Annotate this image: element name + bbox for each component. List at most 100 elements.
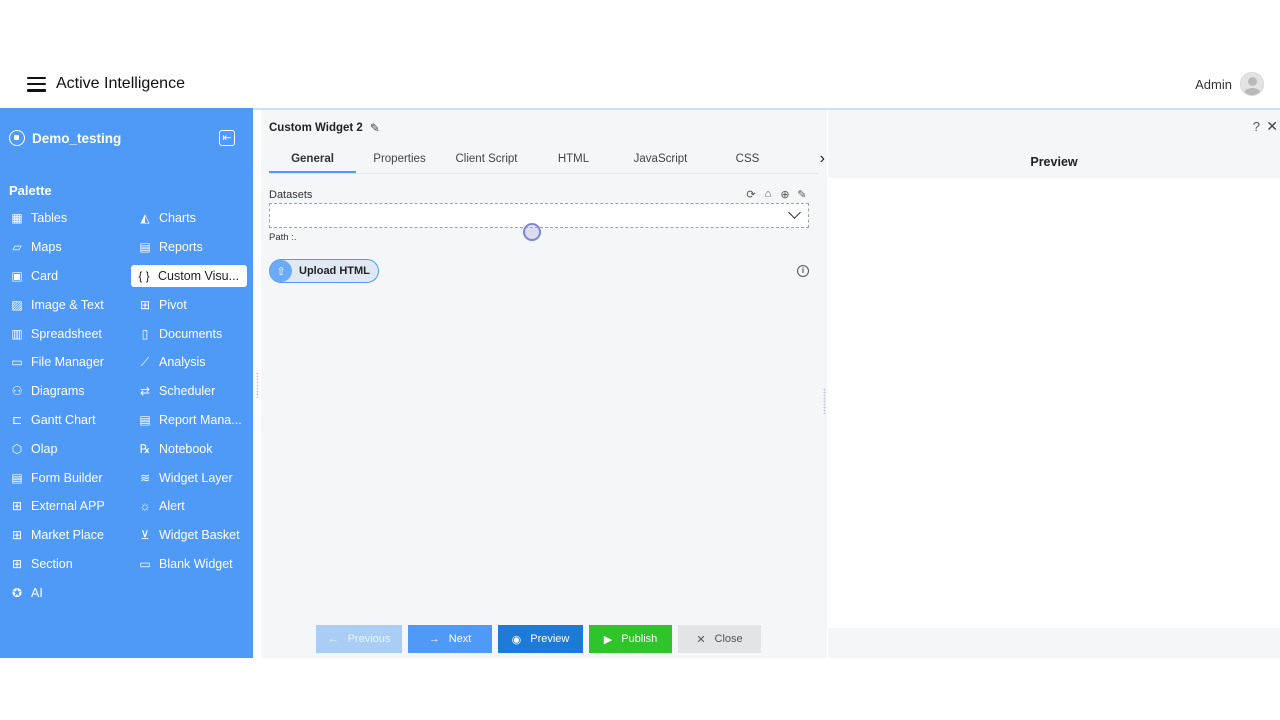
palette-title: Palette: [9, 183, 52, 198]
upload-icon: ⇧: [270, 260, 292, 282]
palette-item-blank-widget[interactable]: ▭ Blank Widget: [128, 550, 253, 579]
palette-item-widget-layer[interactable]: ≋ Widget Layer: [128, 463, 253, 492]
publish-label: Publish: [621, 633, 658, 645]
palette-item-diagrams[interactable]: ⚇ Diagrams: [0, 377, 128, 406]
palette-item-tables[interactable]: ▦ Tables: [0, 204, 128, 233]
palette-item-notebook[interactable]: ℞ Notebook: [128, 434, 253, 463]
palette-item-olap[interactable]: ⬡ Olap: [0, 434, 128, 463]
palette-item-label: External APP: [31, 499, 105, 514]
palette-item-file-manager[interactable]: ▭ File Manager: [0, 348, 128, 377]
olap-icon: ⬡: [11, 441, 23, 456]
avatar-icon[interactable]: [1240, 72, 1264, 96]
upload-html-button[interactable]: ⇧ Upload HTML: [269, 259, 379, 283]
form-builder-icon: ▤: [11, 470, 23, 485]
chevron-right-icon[interactable]: ›: [820, 150, 825, 168]
next-label: Next: [448, 633, 472, 645]
home-icon[interactable]: ⌂: [762, 188, 774, 201]
top-bar: Active Intelligence Admin: [0, 60, 1280, 108]
palette-item-label: Form Builder: [31, 470, 103, 485]
palette-item-alert[interactable]: ☼ Alert: [128, 492, 253, 521]
user-name: Admin: [1195, 76, 1232, 92]
palette-item-external-app[interactable]: ⊞ External APP: [0, 492, 128, 521]
palette-item-reports[interactable]: ▤ Reports: [128, 233, 253, 262]
workspace-name[interactable]: Demo_testing: [9, 130, 121, 146]
refresh-icon[interactable]: ⟳: [745, 188, 757, 201]
right-splitter-handle[interactable]: [823, 388, 826, 414]
braces-icon: { }: [138, 268, 150, 283]
tab-client-script[interactable]: Client Script: [443, 148, 530, 173]
close-button[interactable]: ✕ Close: [678, 625, 761, 653]
section-icon: ⊞: [11, 556, 23, 571]
palette-item-market-place[interactable]: ⊞ Market Place: [0, 521, 128, 550]
upload-html-label: Upload HTML: [299, 265, 370, 277]
image-icon: ▨: [11, 297, 23, 312]
chevron-down-icon[interactable]: [788, 206, 801, 219]
layers-icon: ≋: [139, 470, 151, 485]
chart-icon: ◭: [140, 211, 150, 226]
close-x-icon: ✕: [696, 633, 706, 646]
palette-item-analysis[interactable]: ⟋ Analysis: [128, 348, 253, 377]
palette-item-label: Card: [31, 268, 59, 283]
preview-button[interactable]: ◉ Preview: [498, 625, 583, 653]
palette-item-ai[interactable]: ✪ AI: [0, 578, 128, 607]
info-icon[interactable]: i: [797, 265, 809, 277]
tab-javascript[interactable]: JavaScript: [617, 148, 704, 173]
add-circle-icon[interactable]: ⊕: [779, 188, 791, 201]
close-label: Close: [714, 633, 743, 645]
palette-item-pivot[interactable]: ⊞ Pivot: [128, 290, 253, 319]
palette-item-section[interactable]: ⊞ Section: [0, 550, 128, 579]
palette-item-charts[interactable]: ◭ Charts: [128, 204, 253, 233]
palette-item-label: Widget Basket: [159, 528, 240, 543]
report-icon: ▤: [139, 240, 151, 255]
report-manager-icon: ▤: [139, 412, 151, 427]
edit-icon[interactable]: ✎: [796, 188, 808, 201]
palette-item-spreadsheet[interactable]: ▥ Spreadsheet: [0, 319, 128, 348]
help-icon[interactable]: ?: [1253, 119, 1260, 134]
hamburger-menu-icon[interactable]: [27, 76, 46, 92]
workspace-label: Demo_testing: [32, 130, 122, 146]
palette-item-label: Custom Visu...: [158, 268, 240, 283]
tab-css[interactable]: CSS: [704, 148, 791, 173]
palette-item-label: Image & Text: [31, 297, 104, 312]
palette-item-label: Gantt Chart: [31, 412, 96, 427]
marketplace-icon: ⊞: [11, 528, 23, 543]
basket-icon: ⊻: [140, 528, 150, 543]
palette-item-widget-basket[interactable]: ⊻ Widget Basket: [128, 521, 253, 550]
palette-item-label: File Manager: [31, 355, 104, 370]
palette-item-gantt-chart[interactable]: ⊏ Gantt Chart: [0, 406, 128, 435]
palette-item-scheduler[interactable]: ⇄ Scheduler: [128, 377, 253, 406]
palette-item-card[interactable]: ▣ Card: [0, 262, 128, 291]
palette-item-label: Notebook: [159, 441, 213, 456]
play-icon: ▶: [603, 633, 613, 646]
publish-button[interactable]: ▶ Publish: [589, 625, 672, 653]
palette-item-label: Maps: [31, 240, 62, 255]
previous-button[interactable]: ← Previous: [316, 625, 402, 653]
left-splitter-handle[interactable]: [256, 372, 259, 398]
palette-item-documents[interactable]: ▯ Documents: [128, 319, 253, 348]
spreadsheet-icon: ▥: [11, 326, 23, 341]
palette-item-maps[interactable]: ▱ Maps: [0, 233, 128, 262]
palette-item-form-builder[interactable]: ▤ Form Builder: [0, 463, 128, 492]
palette-item-custom-visu[interactable]: { } Custom Visu...: [131, 264, 247, 288]
document-icon: ▯: [141, 326, 149, 341]
user-menu[interactable]: Admin: [1195, 72, 1264, 96]
palette-item-label: Report Mana...: [159, 412, 242, 427]
path-label: Path :.: [269, 232, 297, 243]
analysis-icon: ⟋: [140, 355, 150, 370]
close-icon[interactable]: ✕: [1266, 118, 1278, 135]
edit-title-icon[interactable]: ✎: [370, 121, 380, 135]
preview-canvas: [828, 178, 1280, 628]
palette-item-label: Spreadsheet: [31, 326, 102, 341]
tab-html[interactable]: HTML: [530, 148, 617, 173]
next-button[interactable]: → Next: [408, 625, 492, 653]
palette-item-image-text[interactable]: ▨ Image & Text: [0, 290, 128, 319]
workspace-icon: [9, 130, 25, 146]
palette-item-report-mana[interactable]: ▤ Report Mana...: [128, 406, 253, 435]
tab-general[interactable]: General: [269, 148, 356, 173]
previous-label: Previous: [347, 633, 391, 645]
pivot-icon: ⊞: [139, 297, 151, 312]
datasets-select[interactable]: [269, 203, 809, 228]
collapse-sidebar-icon[interactable]: ⇤: [219, 130, 235, 146]
editor-tabs: General Properties Client Script HTML Ja…: [269, 148, 825, 174]
tab-properties[interactable]: Properties: [356, 148, 443, 173]
